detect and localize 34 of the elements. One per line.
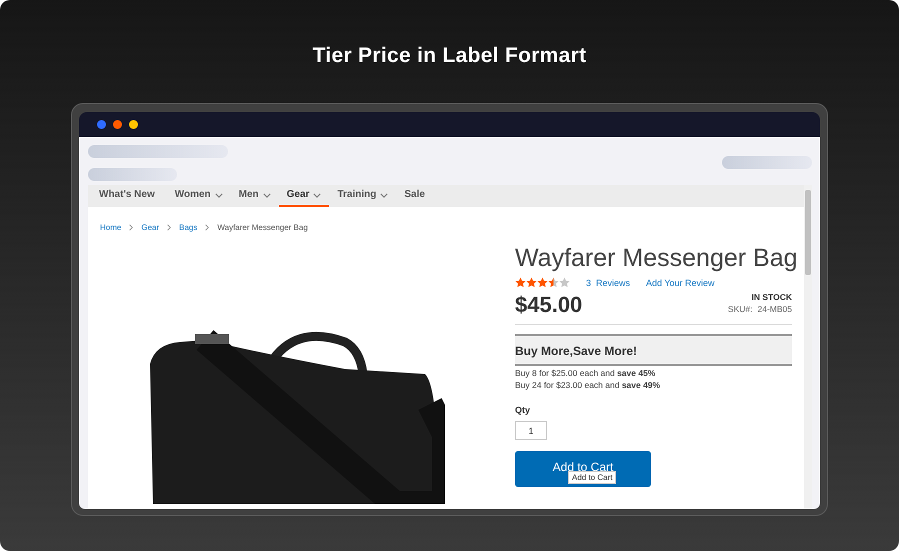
page-title: Tier Price in Label Formart <box>312 44 586 69</box>
breadcrumb-link[interactable]: Home <box>100 223 122 232</box>
breadcrumb-link[interactable]: Bags <box>179 223 198 232</box>
qty-label: Qty <box>515 405 532 415</box>
chevron-right-icon <box>129 224 134 231</box>
chevron-down-icon <box>313 193 322 198</box>
window-dot <box>97 120 106 129</box>
nav-menu-item[interactable]: Women <box>166 185 231 207</box>
chevron-right-icon <box>167 224 172 231</box>
product-price: $45.00 <box>515 292 582 318</box>
chevron-right-icon <box>205 224 210 231</box>
chevron-down-icon <box>380 193 388 198</box>
qty-input[interactable]: 1 <box>515 421 547 440</box>
window-dot <box>113 120 122 129</box>
tooltip: Add to Cart <box>568 471 616 484</box>
chevron-down-icon <box>262 193 271 198</box>
breadcrumb-link[interactable]: Gear <box>141 223 160 232</box>
nav-menu-item[interactable]: Men <box>230 185 279 207</box>
tier-price-heading: Buy More,Save More! <box>515 334 792 366</box>
chevron-down-icon <box>214 193 223 198</box>
reviews-link[interactable]: 3 Reviews <box>586 278 630 288</box>
window-dot <box>129 120 138 129</box>
nav-menu-item[interactable]: Training <box>329 185 396 207</box>
add-review-link[interactable]: Add Your Review <box>646 278 715 288</box>
nav-menu-item[interactable]: What's New <box>99 185 163 207</box>
scrollbar-thumb[interactable] <box>805 190 811 275</box>
tier-price-line: Buy 24 for $23.00 each and save 49% <box>515 380 662 390</box>
sku-label: SKU#: <box>728 304 752 314</box>
breadcrumb-current: Wayfarer Messenger Bag <box>217 223 308 232</box>
nav-menu-item[interactable]: Sale <box>396 185 433 207</box>
sku-value: 24-MB05 <box>758 304 792 314</box>
stock-status: IN STOCK <box>750 292 792 302</box>
tier-price-line: Buy 8 for $25.00 each and save 45% <box>515 368 656 378</box>
scrollbar[interactable] <box>804 185 812 509</box>
